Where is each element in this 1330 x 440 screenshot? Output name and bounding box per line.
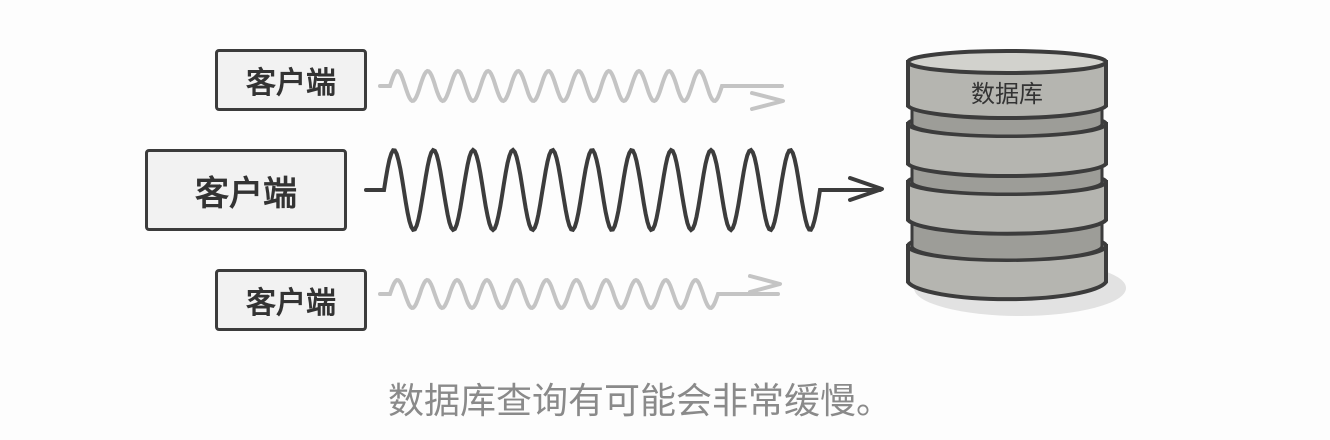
client-box-top: 客户端 — [215, 49, 367, 111]
client-label: 客户端 — [246, 286, 336, 321]
diagram-caption: 数据库查询有可能会非常缓慢。 — [387, 381, 892, 422]
client-label: 客户端 — [195, 173, 297, 214]
arrowhead-bottom — [748, 274, 782, 294]
request-wave-bottom — [378, 277, 780, 311]
database-top-face — [906, 49, 1108, 75]
arrowhead-top — [750, 91, 785, 111]
client-box-middle: 客户端 — [145, 149, 347, 231]
request-wave-middle — [364, 147, 882, 233]
database-label: 数据库 — [971, 80, 1043, 108]
client-box-bottom: 客户端 — [215, 269, 367, 331]
request-wave-top — [378, 68, 784, 104]
client-label: 客户端 — [246, 66, 336, 101]
